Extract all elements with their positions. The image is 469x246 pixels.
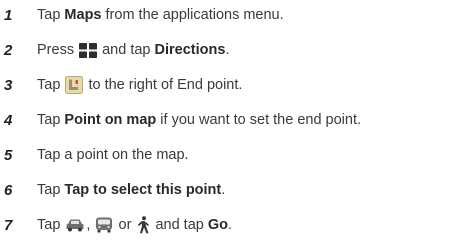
step-text: Tap a point on the map. <box>37 147 189 163</box>
instruction-text: from the applications menu. <box>101 7 284 23</box>
ui-term: Directions <box>154 42 226 58</box>
step-number: 1 <box>4 6 13 24</box>
step-number: 5 <box>4 146 13 164</box>
step-text: Tap to the right of End point. <box>37 76 242 94</box>
instruction-text: Tap a point on the map. <box>37 147 189 163</box>
menu-grid-icon <box>79 42 98 58</box>
map-pin-select-icon <box>65 76 84 94</box>
step-number: 7 <box>4 216 13 234</box>
instruction-text: or <box>114 217 136 233</box>
instruction-text: and tap <box>151 217 208 233</box>
step-number: 2 <box>4 41 13 59</box>
ui-term: Go <box>207 217 229 233</box>
car-icon <box>65 218 85 232</box>
step-text: Tap Maps from the applications menu. <box>37 7 284 23</box>
step-number: 6 <box>4 181 13 199</box>
instruction-text: . <box>228 217 233 233</box>
step-text: Tap Point on map if you want to set the … <box>37 112 361 128</box>
step-number: 3 <box>4 76 13 94</box>
instruction-text: Tap <box>37 112 65 128</box>
instruction-text: Tap <box>37 7 65 23</box>
step-text: Tap Tap to select this point. <box>37 182 225 198</box>
instruction-text: to the right of End point. <box>84 77 243 93</box>
instruction-text: . <box>225 42 230 58</box>
walking-icon <box>136 216 150 234</box>
ui-term: Maps <box>64 7 102 23</box>
ui-term: Point on map <box>64 112 157 128</box>
instruction-text: and tap <box>98 42 155 58</box>
ui-term: Tap to select this point <box>64 182 222 198</box>
instruction-text: . <box>221 182 226 198</box>
instruction-text: if you want to set the end point. <box>156 112 362 128</box>
instruction-text: Tap <box>37 217 65 233</box>
step-text: Press and tap Directions. <box>37 42 229 58</box>
step-text: Tap , or and tap Go. <box>37 216 232 234</box>
step-number: 4 <box>4 111 13 129</box>
bus-icon <box>95 217 113 233</box>
instruction-text: Tap <box>37 182 65 198</box>
instruction-text: , <box>86 217 95 233</box>
instruction-text: Tap <box>37 77 65 93</box>
instruction-text: Press <box>37 42 79 58</box>
